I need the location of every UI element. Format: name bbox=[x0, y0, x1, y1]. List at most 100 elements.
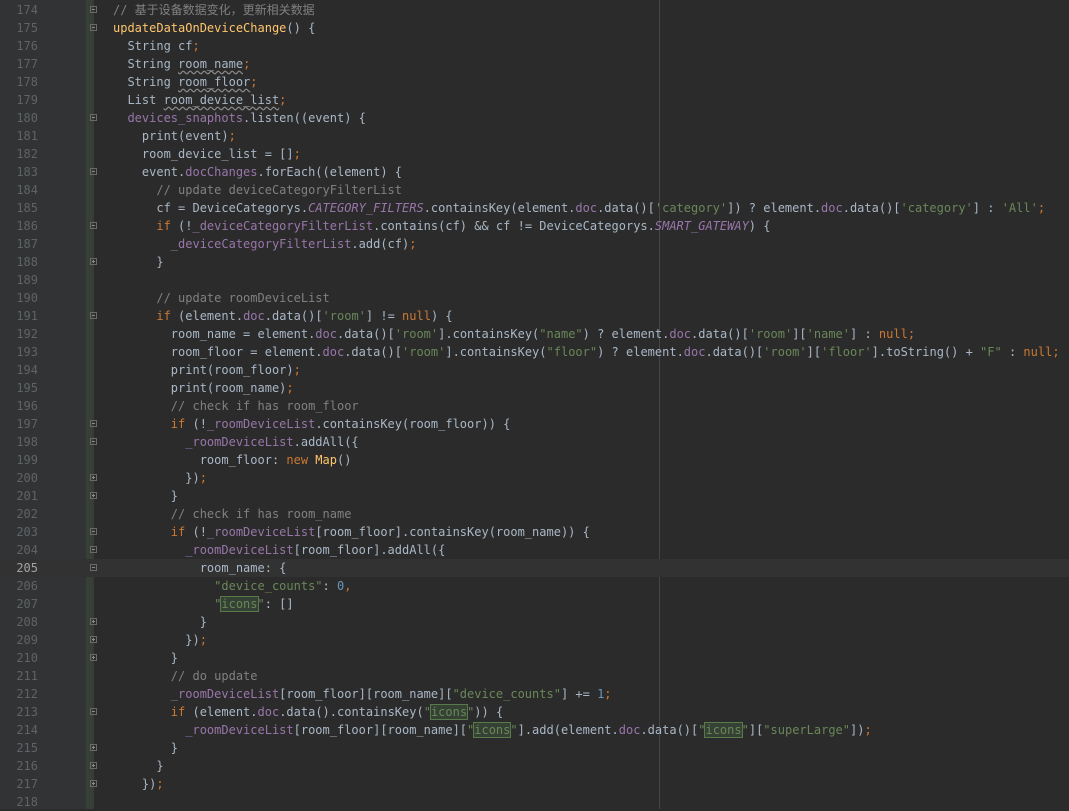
fold-collapse-icon[interactable] bbox=[90, 222, 97, 229]
code-line[interactable]: 218 bbox=[0, 793, 1069, 811]
code-text: ].add(element. bbox=[517, 723, 619, 737]
code-line[interactable]: 188 } bbox=[0, 253, 1069, 271]
fold-collapse-icon[interactable] bbox=[90, 6, 97, 13]
code-line[interactable]: 205 room_name: { bbox=[0, 559, 1069, 577]
code-line[interactable]: 213 if (element.doc.data().containsKey("… bbox=[0, 703, 1069, 721]
string-token: " bbox=[741, 723, 749, 737]
fold-end-icon[interactable] bbox=[90, 762, 97, 769]
code-line[interactable]: 210 } bbox=[0, 649, 1069, 667]
code-line[interactable]: 202 // check if has room_name bbox=[0, 505, 1069, 523]
fold-collapse-icon[interactable] bbox=[90, 312, 97, 319]
code-text: [room_floor][room_name][ bbox=[279, 687, 453, 701]
fold-end-icon[interactable] bbox=[90, 618, 97, 625]
code-line[interactable]: 176 String cf; bbox=[0, 37, 1069, 55]
code-line[interactable]: 214 _roomDeviceList[room_floor][room_nam… bbox=[0, 721, 1069, 739]
fold-end-icon[interactable] bbox=[90, 474, 97, 481]
comment-token: // check if has room_name bbox=[113, 507, 352, 521]
code-line[interactable]: 175 updateDataOnDeviceChange() { bbox=[0, 19, 1069, 37]
code-content: } bbox=[113, 253, 164, 271]
field-token: _deviceCategoryFilterList bbox=[192, 219, 374, 233]
fold-end-icon[interactable] bbox=[90, 258, 97, 265]
code-line[interactable]: 203 if (!_roomDeviceList[room_floor].con… bbox=[0, 523, 1069, 541]
code-text: ) { bbox=[748, 219, 771, 233]
code-line[interactable]: 190 // update roomDeviceList bbox=[0, 289, 1069, 307]
code-line[interactable]: 186 if (!_deviceCategoryFilterList.conta… bbox=[0, 217, 1069, 235]
line-number: 178 bbox=[16, 75, 38, 89]
code-line[interactable]: 199 room_floor: new Map() bbox=[0, 451, 1069, 469]
code-text: } bbox=[113, 759, 164, 773]
code-line[interactable]: 198 _roomDeviceList.addAll({ bbox=[0, 433, 1069, 451]
code-line[interactable]: 182 room_device_list = []; bbox=[0, 145, 1069, 163]
code-line[interactable]: 192 room_name = element.doc.data()['room… bbox=[0, 325, 1069, 343]
line-number: 187 bbox=[16, 237, 38, 251]
code-line[interactable]: 215 } bbox=[0, 739, 1069, 757]
code-content: _roomDeviceList[room_floor].addAll({ bbox=[113, 541, 445, 559]
code-line[interactable]: 178 String room_floor; bbox=[0, 73, 1069, 91]
field-token: doc bbox=[575, 201, 598, 215]
field-token: doc bbox=[322, 345, 345, 359]
fold-collapse-icon[interactable] bbox=[90, 420, 97, 427]
line-number: 181 bbox=[16, 129, 38, 143]
code-line[interactable]: 200 }); bbox=[0, 469, 1069, 487]
code-line[interactable]: 183 event.docChanges.forEach((element) { bbox=[0, 163, 1069, 181]
code-line[interactable]: 206 "device_counts": 0, bbox=[0, 577, 1069, 595]
string-token: 'room' bbox=[748, 327, 793, 341]
fold-end-icon[interactable] bbox=[90, 636, 97, 643]
fold-collapse-icon[interactable] bbox=[90, 708, 97, 715]
code-line[interactable]: 179 List room_device_list; bbox=[0, 91, 1069, 109]
fold-end-icon[interactable] bbox=[90, 780, 97, 787]
code-line[interactable]: 195 print(room_name); bbox=[0, 379, 1069, 397]
code-line[interactable]: 196 // check if has room_floor bbox=[0, 397, 1069, 415]
code-line[interactable]: 211 // do update bbox=[0, 667, 1069, 685]
code-line[interactable]: 193 room_floor = element.doc.data()['roo… bbox=[0, 343, 1069, 361]
code-line[interactable]: 204 _roomDeviceList[room_floor].addAll({ bbox=[0, 541, 1069, 559]
code-line[interactable]: 209 }); bbox=[0, 631, 1069, 649]
fold-end-icon[interactable] bbox=[90, 654, 97, 661]
code-line[interactable]: 185 cf = DeviceCategorys.CATEGORY_FILTER… bbox=[0, 199, 1069, 217]
line-number: 194 bbox=[16, 363, 38, 377]
code-line[interactable]: 184 // update deviceCategoryFilterList bbox=[0, 181, 1069, 199]
code-editor[interactable]: 174 // 基于设备数据变化，更新相关数据 175 updateDataOnDevi… bbox=[0, 0, 1069, 809]
fold-collapse-icon[interactable] bbox=[90, 114, 97, 121]
code-text: print(room_name) bbox=[113, 381, 287, 395]
fold-collapse-icon[interactable] bbox=[90, 528, 97, 535]
code-line[interactable]: 191 if (element.doc.data()['room'] != nu… bbox=[0, 307, 1069, 325]
code-line[interactable]: 187 _deviceCategoryFilterList.add(cf); bbox=[0, 235, 1069, 253]
code-line[interactable]: 216 } bbox=[0, 757, 1069, 775]
string-token: " bbox=[113, 597, 222, 611]
code-line[interactable]: 189 bbox=[0, 271, 1069, 289]
fold-collapse-icon[interactable] bbox=[90, 24, 97, 31]
fold-collapse-icon[interactable] bbox=[90, 546, 97, 553]
line-number: 179 bbox=[16, 93, 38, 107]
keyword-token: if bbox=[113, 309, 179, 323]
code-line[interactable]: 180 devices_snaphots.listen((event) { bbox=[0, 109, 1069, 127]
code-text: .containsKey(element. bbox=[423, 201, 576, 215]
code-line[interactable]: 208 } bbox=[0, 613, 1069, 631]
code-content: if (!_deviceCategoryFilterList.contains(… bbox=[113, 217, 770, 235]
code-line[interactable]: 177 String room_name; bbox=[0, 55, 1069, 73]
comment-token: // update deviceCategoryFilterList bbox=[113, 183, 402, 197]
keyword-token: ; bbox=[864, 723, 872, 737]
code-content: room_device_list = []; bbox=[113, 145, 301, 163]
line-number: 215 bbox=[16, 741, 38, 755]
fold-end-icon[interactable] bbox=[90, 744, 97, 751]
line-number: 174 bbox=[16, 3, 38, 17]
fold-end-icon[interactable] bbox=[90, 492, 97, 499]
code-content: updateDataOnDeviceChange() { bbox=[113, 19, 315, 37]
code-line[interactable]: 201 } bbox=[0, 487, 1069, 505]
code-line[interactable]: 194 print(room_floor); bbox=[0, 361, 1069, 379]
line-number: 193 bbox=[16, 345, 38, 359]
code-line[interactable]: 217 }); bbox=[0, 775, 1069, 793]
fold-collapse-icon[interactable] bbox=[90, 438, 97, 445]
code-text: } bbox=[113, 255, 164, 269]
code-content: event.docChanges.forEach((element) { bbox=[113, 163, 402, 181]
fold-collapse-icon[interactable] bbox=[90, 564, 97, 571]
field-token: doc bbox=[669, 327, 692, 341]
code-line[interactable]: 181 print(event); bbox=[0, 127, 1069, 145]
code-line[interactable]: 212 _roomDeviceList[room_floor][room_nam… bbox=[0, 685, 1069, 703]
keyword-token: if bbox=[113, 219, 179, 233]
code-line[interactable]: 174 // 基于设备数据变化，更新相关数据 bbox=[0, 1, 1069, 19]
fold-collapse-icon[interactable] bbox=[90, 168, 97, 175]
code-line[interactable]: 197 if (!_roomDeviceList.containsKey(roo… bbox=[0, 415, 1069, 433]
code-line[interactable]: 207 "icons": [] bbox=[0, 595, 1069, 613]
